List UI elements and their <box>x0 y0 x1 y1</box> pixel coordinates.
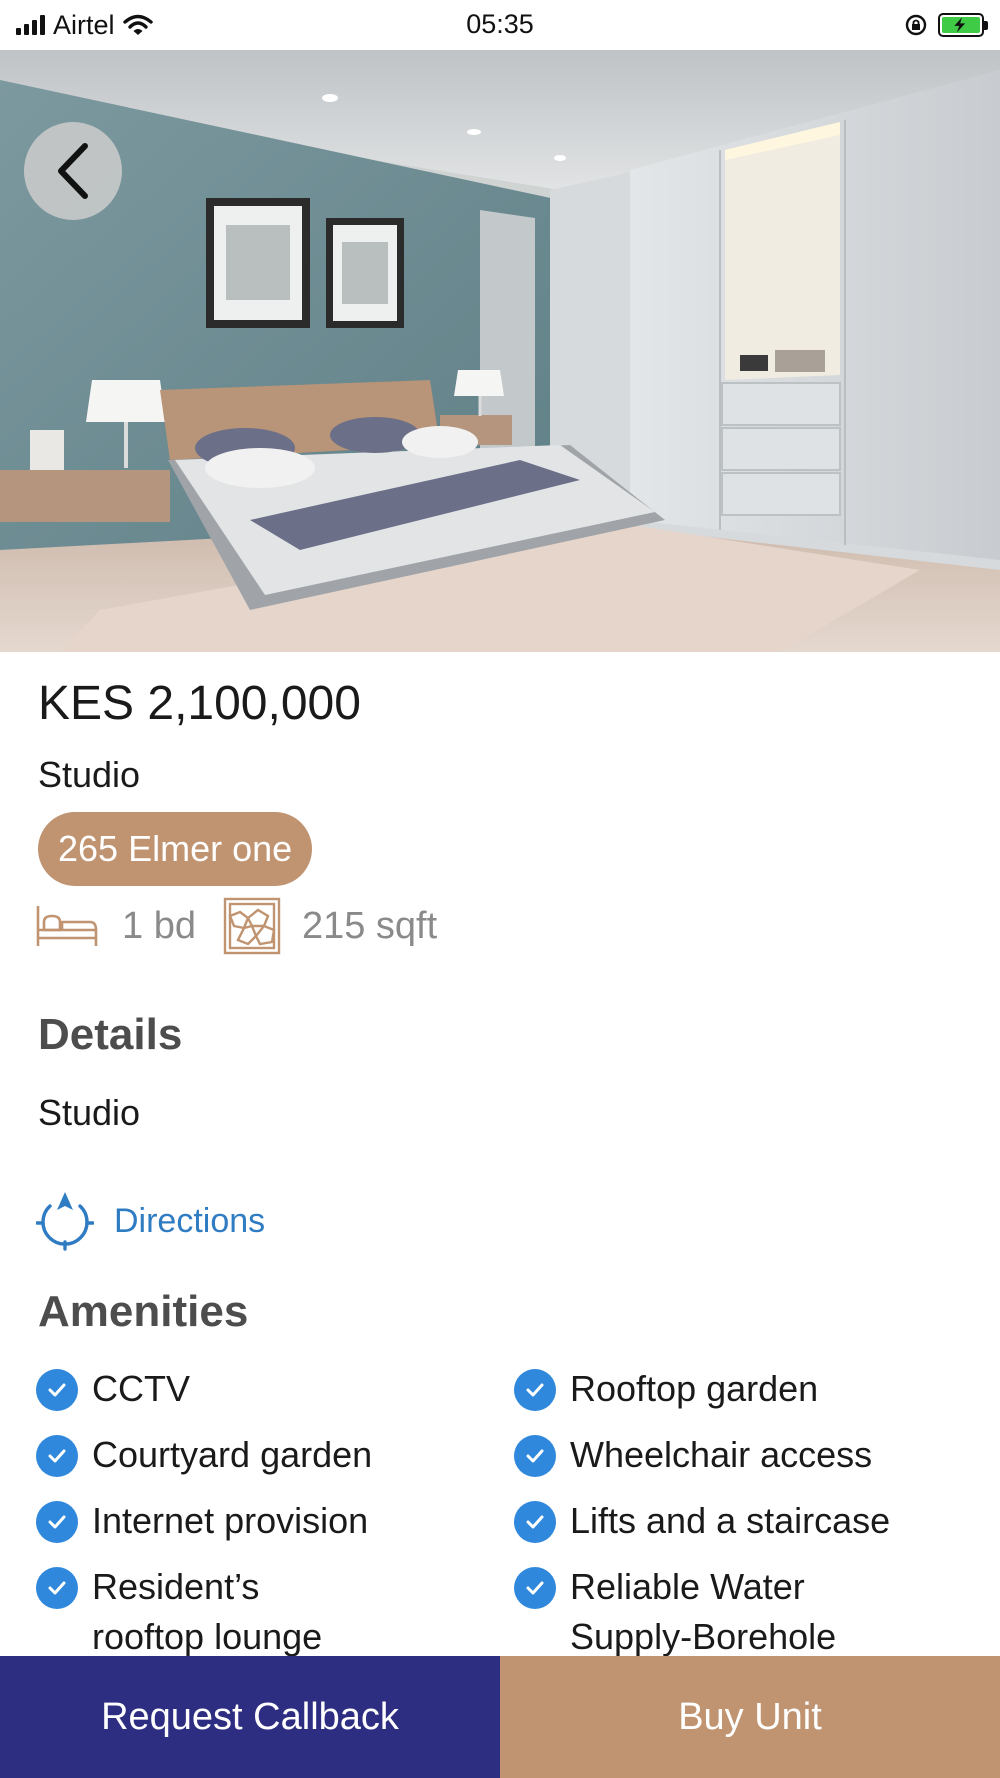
amenity-label: Internet provision <box>92 1500 369 1541</box>
details-heading: Details <box>38 1010 183 1059</box>
check-circle-icon <box>36 1435 78 1477</box>
check-circle-icon <box>514 1369 556 1411</box>
amenity-item: Reliable Water Supply-Borehole <box>514 1566 854 1662</box>
battery-icon <box>938 13 988 37</box>
amenity-label: Wheelchair access <box>570 1434 873 1475</box>
amenity-item: Internet provision <box>36 1500 476 1546</box>
amenity-label: Lifts and a staircase <box>570 1500 891 1541</box>
check-circle-icon <box>36 1369 78 1411</box>
amenity-item: CCTV <box>36 1368 476 1414</box>
unit-area: 215 sqft <box>301 904 438 947</box>
check-circle-icon <box>514 1435 556 1477</box>
status-bar: Airtel 05:35 <box>0 0 1000 50</box>
amenity-label: CCTV <box>92 1368 190 1409</box>
check-circle-icon <box>36 1501 78 1543</box>
project-badge[interactable]: 265 Elmer one <box>38 812 313 886</box>
details-text: Studio <box>38 1092 141 1133</box>
bedroom-illustration <box>0 50 1000 652</box>
amenity-item: Wheelchair access <box>514 1434 954 1480</box>
action-bar: Request Callback Buy Unit <box>0 1656 1000 1778</box>
unit-specs: 1 bd 215 sqft <box>34 894 437 958</box>
floor-plan-icon <box>223 897 281 955</box>
buy-unit-button[interactable]: Buy Unit <box>500 1656 1000 1778</box>
bedroom-count: 1 bd <box>122 904 196 947</box>
amenity-item: Courtyard garden <box>36 1434 476 1480</box>
amenity-item: Rooftop garden <box>514 1368 954 1414</box>
amenity-label: Reliable Water Supply-Borehole <box>570 1566 837 1657</box>
directions-label: Directions <box>114 1201 266 1240</box>
amenity-item: Resident’s rooftop lounge <box>36 1566 336 1662</box>
compass-icon <box>36 1192 94 1251</box>
amenity-label: Resident’s rooftop lounge <box>92 1566 323 1657</box>
back-button[interactable] <box>24 122 122 220</box>
rotation-lock-icon <box>905 14 927 36</box>
unit-type: Studio <box>38 754 141 795</box>
check-circle-icon <box>36 1567 78 1609</box>
amenity-label: Courtyard garden <box>92 1434 373 1475</box>
listing-price: KES 2,100,000 <box>38 677 361 730</box>
directions-link[interactable]: Directions <box>36 1190 265 1252</box>
check-circle-icon <box>514 1501 556 1543</box>
request-callback-button[interactable]: Request Callback <box>0 1656 500 1778</box>
check-circle-icon <box>514 1567 556 1609</box>
bed-icon <box>36 906 98 946</box>
amenities-heading: Amenities <box>38 1287 249 1336</box>
amenity-item: Lifts and a staircase <box>514 1500 954 1546</box>
chevron-left-icon <box>58 143 88 199</box>
status-right <box>904 10 988 40</box>
amenity-label: Rooftop garden <box>570 1368 819 1409</box>
status-time: 05:35 <box>466 9 534 39</box>
property-photo <box>0 50 1000 652</box>
